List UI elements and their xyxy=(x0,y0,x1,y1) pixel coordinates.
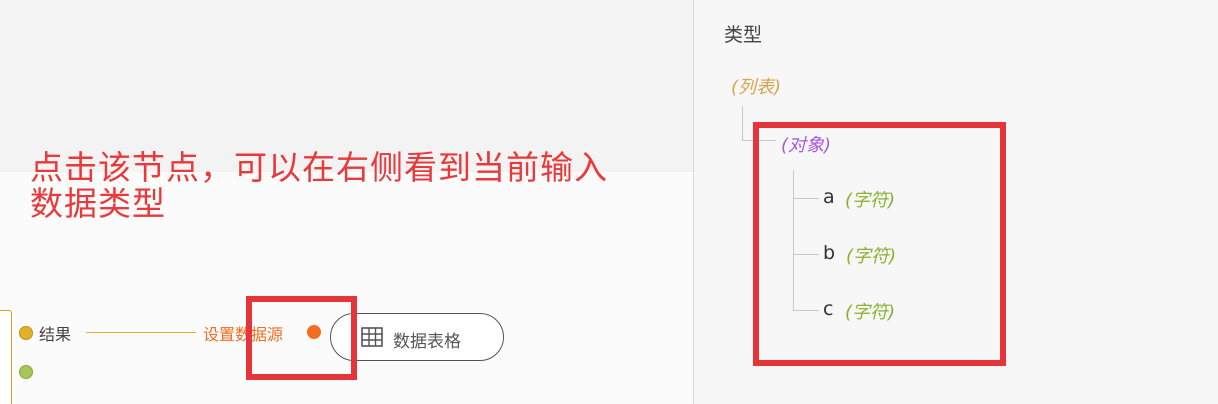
highlight-box-node xyxy=(246,296,357,380)
table-icon xyxy=(361,327,383,347)
flow-canvas[interactable]: 点击该节点，可以在右侧看到当前输入 数据类型 结果 设置数据源 数据表格 xyxy=(0,0,693,404)
data-table-label: 数据表格 xyxy=(393,332,461,352)
annotation-line-2: 数据类型 xyxy=(30,184,166,223)
highlight-box-types xyxy=(753,122,1006,366)
annotation-text: 点击该节点，可以在右侧看到当前输入 数据类型 xyxy=(30,150,693,222)
annotation-line-1: 点击该节点，可以在右侧看到当前输入 xyxy=(30,148,608,187)
connection-line xyxy=(86,332,196,333)
result-port-label: 结果 xyxy=(39,325,72,344)
list-type-node[interactable]: (列表) xyxy=(731,73,781,99)
upstream-node[interactable] xyxy=(0,310,12,404)
tree-line xyxy=(742,106,743,140)
secondary-port[interactable] xyxy=(19,365,33,379)
result-port[interactable] xyxy=(19,326,33,340)
type-panel-title: 类型 xyxy=(724,24,763,46)
